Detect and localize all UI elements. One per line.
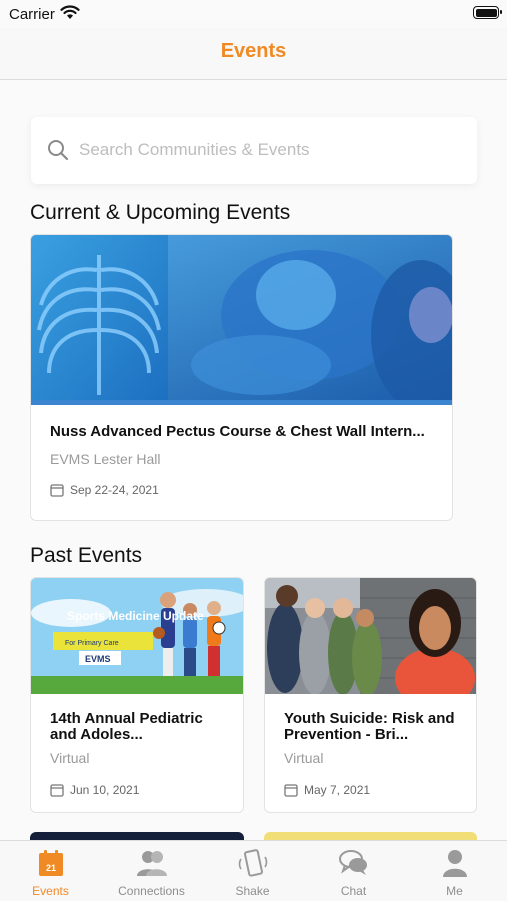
search-input[interactable]	[79, 135, 459, 165]
tab-connections[interactable]: Connections	[101, 841, 202, 901]
tab-me[interactable]: Me	[404, 841, 505, 901]
calendar-date-number: 21	[45, 863, 55, 873]
past-events-heading: Past Events	[30, 544, 143, 567]
tab-label: Shake	[235, 884, 270, 898]
event-venue: Virtual	[284, 750, 324, 766]
tab-label: Connections	[118, 884, 185, 898]
banner-tagline: Sports Medicine Update	[67, 609, 204, 623]
battery-icon	[473, 6, 502, 19]
carrier-label: Carrier	[9, 6, 55, 23]
event-date: Jun 10, 2021	[70, 783, 140, 797]
event-cover-image: Sports Medicine Update For Primary Care …	[31, 578, 243, 694]
event-title: Nuss Advanced Pectus Course & Chest Wall…	[50, 424, 425, 440]
event-cover-image	[31, 235, 452, 405]
past-event-card[interactable]	[264, 832, 477, 840]
calendar-icon	[50, 484, 64, 497]
current-event-card[interactable]: Nuss Advanced Pectus Course & Chest Wall…	[30, 234, 453, 521]
tab-events[interactable]: 21 Events	[0, 841, 101, 901]
phone-shake-icon	[238, 849, 267, 877]
chat-bubbles-icon	[338, 850, 367, 875]
event-date: Sep 22-24, 2021	[70, 483, 159, 497]
event-title: Youth Suicide: Risk and Prevention - Bri…	[284, 710, 455, 743]
calendar-icon	[284, 784, 298, 797]
past-event-card[interactable]: Youth Suicide: Risk and Prevention - Bri…	[264, 577, 477, 813]
tab-label: Me	[446, 884, 463, 898]
tab-shake[interactable]: Shake	[202, 841, 303, 901]
search-icon	[48, 140, 69, 161]
tab-bar: 21 Events Connections Shake Chat Me	[0, 840, 507, 901]
wifi-icon	[60, 5, 80, 19]
event-date: May 7, 2021	[304, 783, 371, 797]
people-icon	[136, 851, 167, 876]
person-icon	[442, 850, 467, 877]
banner-subtitle: For Primary Care	[65, 640, 119, 647]
tab-label: Chat	[340, 884, 367, 898]
event-cover-image	[265, 578, 476, 694]
current-events-heading: Current & Upcoming Events	[30, 201, 291, 224]
tab-chat[interactable]: Chat	[303, 841, 404, 901]
status-bar: Carrier	[0, 0, 507, 28]
nav-bar: Events	[0, 28, 507, 80]
page-title: Events	[220, 40, 287, 62]
event-title: 14th Annual Pediatric and Adoles...	[50, 710, 203, 743]
search-bar[interactable]	[31, 117, 477, 184]
tab-label: Events	[32, 884, 69, 898]
past-event-card[interactable]	[30, 832, 244, 840]
event-venue: Virtual	[50, 750, 90, 766]
events-scroll-view[interactable]: Current & Upcoming Events	[0, 80, 507, 840]
calendar-icon	[50, 784, 64, 797]
past-event-card[interactable]: Sports Medicine Update For Primary Care …	[30, 577, 244, 813]
banner-logo: EVMS	[85, 654, 111, 664]
calendar-icon: 21	[38, 850, 63, 876]
event-venue: EVMS Lester Hall	[50, 451, 161, 467]
